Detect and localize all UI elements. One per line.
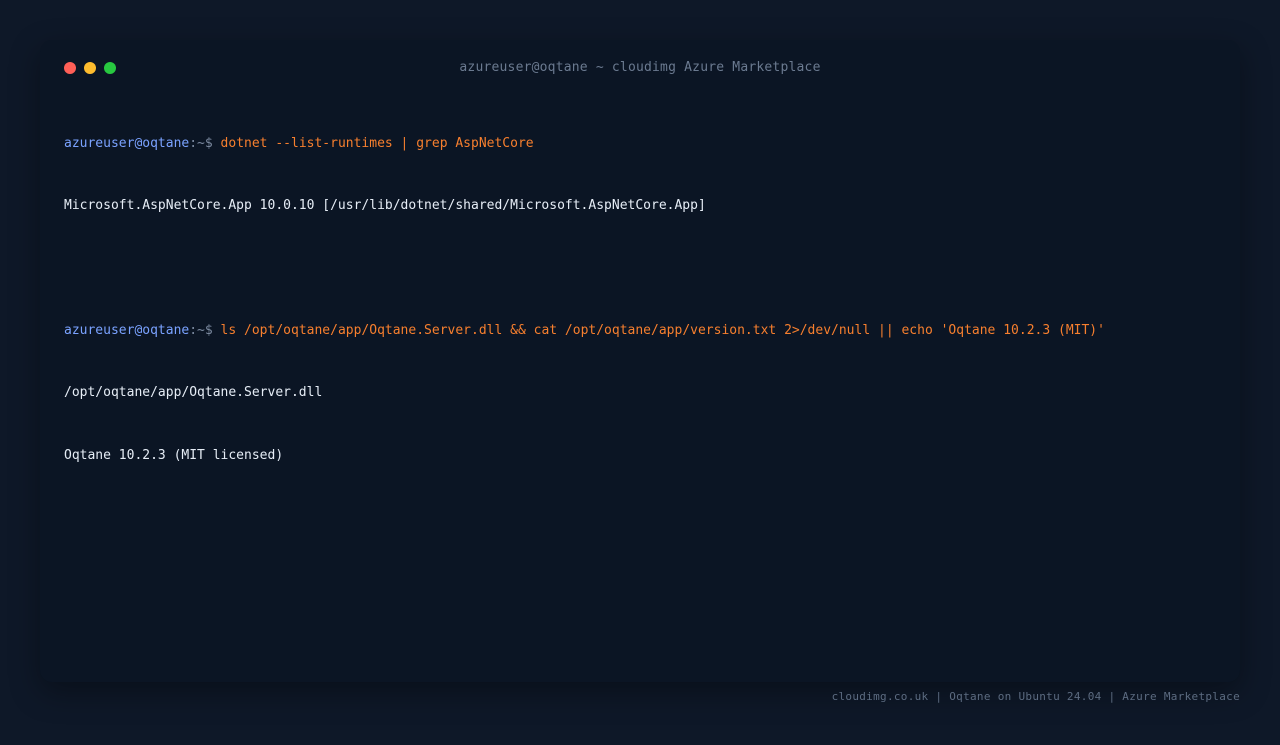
command-text: ls /opt/oqtane/app/Oqtane.Server.dll && … xyxy=(220,322,1105,338)
command-line: azureuser@oqtane:~$ ls /opt/oqtane/app/O… xyxy=(64,321,1216,342)
prompt-user: azureuser@oqtane xyxy=(64,322,190,338)
window-title: azureuser@oqtane ~ cloudimg Azure Market… xyxy=(459,60,821,75)
terminal-output[interactable]: azureuser@oqtane:~$ dotnet --list-runtim… xyxy=(64,92,1216,508)
output-line: Microsoft.AspNetCore.App 10.0.10 [/usr/l… xyxy=(64,197,706,213)
prompt-user: azureuser@oqtane xyxy=(64,135,190,151)
command-text: dotnet --list-runtimes | grep AspNetCore xyxy=(220,135,534,151)
command-line: azureuser@oqtane:~$ dotnet --list-runtim… xyxy=(64,134,1216,155)
terminal-window: azureuser@oqtane ~ cloudimg Azure Market… xyxy=(40,40,1240,682)
output-line: Oqtane 10.2.3 (MIT licensed) xyxy=(64,447,284,463)
output-line: /opt/oqtane/app/Oqtane.Server.dll xyxy=(64,385,323,401)
prompt-path: :~$ xyxy=(189,135,213,151)
prompt-path: :~$ xyxy=(189,322,213,338)
window-titlebar: azureuser@oqtane ~ cloudimg Azure Market… xyxy=(40,40,1240,96)
footer-caption: cloudimg.co.uk | Oqtane on Ubuntu 24.04 … xyxy=(831,690,1240,703)
